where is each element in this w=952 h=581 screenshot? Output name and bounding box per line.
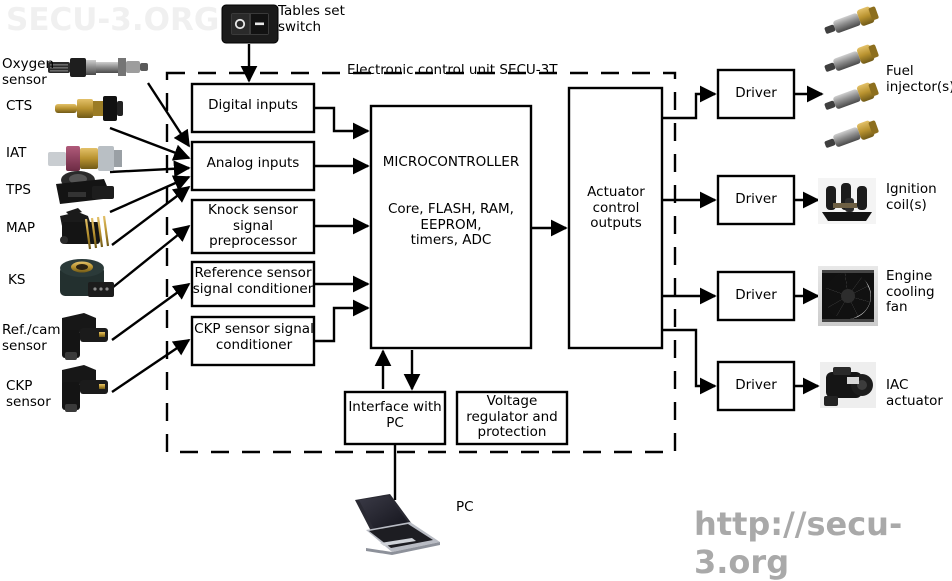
switch-label: Tables set switch: [278, 3, 345, 35]
iac-actuator-icon: [820, 362, 876, 408]
sensor-label-ks: KS: [8, 272, 26, 288]
actuator-block-label: Actuator control outputs: [587, 184, 645, 231]
block-label-ckp-conditioner: CKP sensor signal conditioner: [194, 321, 314, 353]
actuator-label-ignition-coils: Ignition coil(s): [886, 181, 937, 213]
sensor-label-ref-cam: Ref./cam sensor: [2, 322, 61, 354]
oxygen-sensor-icon: [48, 58, 148, 77]
sensor-connector-lines: [109, 82, 191, 393]
cooling-fan-icon: [818, 266, 878, 326]
actuator-label-iac: IAC actuator: [886, 377, 943, 409]
coolant-temp-sensor-icon: [55, 96, 123, 121]
inputs-to-mcu-arrows: [314, 106, 370, 343]
driver-label-2: Driver: [735, 191, 777, 207]
block-diagram: Electronic control unit SECU-3T: [48, 4, 879, 555]
mcu-title: MICROCONTROLLER: [382, 154, 520, 170]
knock-sensor-icon: [60, 259, 114, 297]
block-label-analog-inputs: Analog inputs: [206, 155, 300, 171]
ecu-boundary-label: Electronic control unit SECU-3T: [347, 62, 558, 78]
actuator-label-fuel-injectors: Fuel injector(s): [886, 63, 952, 95]
interface-with-pc-label: Interface with PC: [348, 399, 442, 431]
sensor-label-oxygen: Oxygen sensor: [2, 56, 55, 88]
driver-label-1: Driver: [735, 85, 777, 101]
laptop-icon: [355, 494, 440, 555]
cam-sensor-icon: [62, 313, 108, 360]
intake-air-temp-sensor-icon: [48, 146, 122, 171]
crank-sensor-icon: [62, 365, 108, 412]
actuator-output-bus: [662, 85, 717, 395]
sensor-label-map: MAP: [6, 220, 36, 236]
pc-label: PC: [456, 499, 474, 515]
block-label-reference-conditioner: Reference sensor signal conditioner: [192, 265, 314, 297]
ignition-coil-icon: [818, 178, 876, 224]
block-label-digital-inputs: Digital inputs: [208, 97, 298, 113]
driver-label-4: Driver: [735, 377, 777, 393]
block-label-knock-preprocessor: Knock sensor signal preprocessor: [208, 202, 298, 249]
actuator-label-cooling-fan: Engine cooling fan: [886, 268, 935, 315]
diagram-canvas: SECU-3.ORG http://secu-3.org Electronic …: [0, 0, 952, 581]
fuel-injector-icon: [824, 6, 879, 148]
driver-label-3: Driver: [735, 287, 777, 303]
throttle-position-sensor-icon: [56, 171, 114, 204]
sensor-label-ckp: CKP sensor: [6, 378, 51, 410]
mcu-details: Core, FLASH, RAM, EEPROM, timers, ADC: [388, 201, 514, 248]
tables-set-switch-icon[interactable]: [221, 4, 279, 44]
voltage-regulator-label: Voltage regulator and protection: [466, 393, 558, 440]
map-sensor-icon: [60, 208, 110, 250]
sensor-label-cts: CTS: [6, 98, 33, 114]
sensor-label-tps: TPS: [6, 182, 31, 198]
sensor-label-iat: IAT: [6, 145, 27, 161]
driver-to-actuator-arrows: [794, 85, 824, 395]
mcu-pc-interface-arrows: [374, 349, 421, 391]
